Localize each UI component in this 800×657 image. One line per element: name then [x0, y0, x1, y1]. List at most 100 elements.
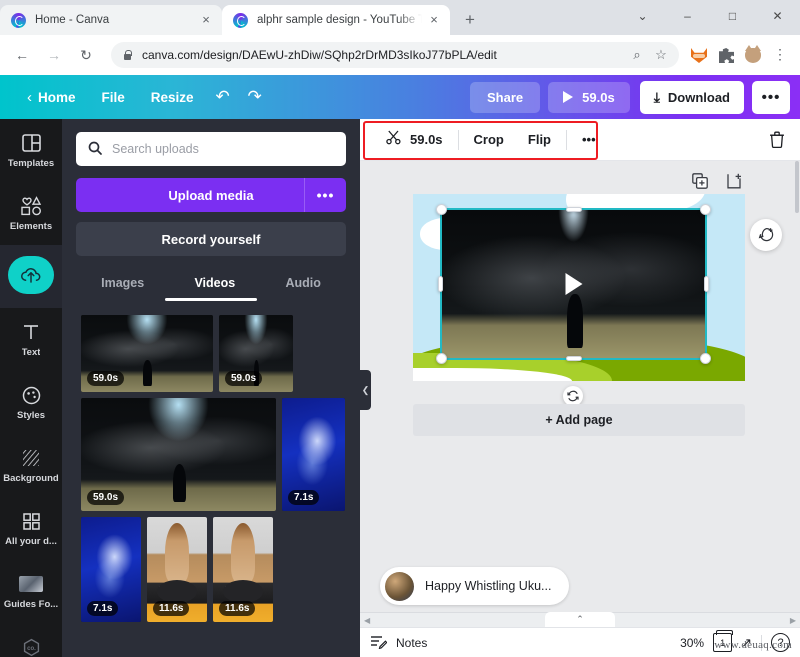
notes-icon: [370, 634, 388, 652]
zoom-level-label[interactable]: 30%: [680, 636, 704, 650]
play-icon: [563, 91, 574, 103]
selected-video-element[interactable]: [436, 204, 711, 364]
cat-icon[interactable]: [740, 42, 766, 68]
trim-duration-button[interactable]: 59.0s: [374, 124, 455, 155]
video-thumbnail[interactable]: 7.1s: [282, 398, 345, 511]
notes-label: Notes: [396, 635, 428, 650]
sidebar-item-text[interactable]: Text: [0, 308, 62, 371]
add-page-icon[interactable]: [726, 173, 742, 192]
collapse-panel-handle[interactable]: ❮: [360, 370, 371, 410]
resize-handle-left[interactable]: [438, 276, 443, 292]
resize-handle-top-left[interactable]: [436, 204, 447, 215]
flip-button[interactable]: Flip: [516, 126, 563, 153]
timeline-scroll-left-icon[interactable]: ◀: [364, 616, 370, 625]
sidebar-item-all-your-designs[interactable]: All your d...: [0, 497, 62, 560]
play-icon[interactable]: [565, 273, 582, 295]
tab-images[interactable]: Images: [97, 274, 148, 292]
video-thumbnail[interactable]: 59.0s: [81, 315, 213, 392]
design-page[interactable]: [413, 194, 745, 381]
play-duration-label: 59.0s: [582, 89, 615, 105]
video-thumbnail[interactable]: 59.0s: [81, 398, 276, 511]
browser-tab-alphr-sample-design[interactable]: alphr sample design - YouTube T ×: [222, 5, 450, 35]
close-tab-icon[interactable]: ×: [426, 12, 442, 28]
maximize-button[interactable]: □: [710, 0, 755, 32]
thumbnail-duration: 11.6s: [153, 601, 190, 616]
toolbar-divider: [566, 129, 567, 150]
duplicate-page-icon[interactable]: [692, 173, 708, 192]
toolbar-divider: [457, 129, 459, 150]
browser-tab-home-canva[interactable]: Home - Canva ×: [0, 5, 222, 35]
add-page-button[interactable]: + Add page: [413, 404, 745, 436]
minimize-button[interactable]: –: [665, 0, 710, 32]
resize-handle-top-right[interactable]: [700, 204, 711, 215]
redo-icon[interactable]: ↷: [239, 81, 271, 113]
audio-track-chip[interactable]: Happy Whistling Uku...: [380, 567, 570, 605]
design-canvas-area[interactable]: + Add page Happy Whistling Uku... ◀ ▶ ⌃: [360, 161, 800, 657]
sidebar-item-guides-folder[interactable]: Guides Fo...: [0, 560, 62, 623]
window-controls: ⌄ – □ ✕: [620, 0, 800, 32]
resize-handle-bottom[interactable]: [565, 356, 582, 361]
element-more-button[interactable]: •••: [570, 126, 608, 153]
header-more-button[interactable]: •••: [752, 80, 790, 114]
close-tab-icon[interactable]: ×: [198, 12, 214, 28]
crop-button[interactable]: Crop: [462, 126, 516, 153]
back-arrow-icon[interactable]: ←: [9, 42, 35, 68]
sidebar-item-elements[interactable]: Elements: [0, 182, 62, 245]
undo-icon[interactable]: ↶: [207, 81, 239, 113]
home-button[interactable]: ‹ Home: [14, 83, 89, 112]
new-tab-button[interactable]: +: [456, 6, 484, 34]
search-placeholder: Search uploads: [112, 142, 199, 156]
puzzle-piece-icon[interactable]: [713, 42, 739, 68]
left-rail: Templates Elements Text Styles Backgroun…: [0, 119, 62, 657]
metamask-fox-icon[interactable]: [686, 42, 712, 68]
record-yourself-button[interactable]: Record yourself: [76, 222, 346, 256]
zoom-search-icon[interactable]: ⌕: [625, 47, 649, 63]
upload-media-button[interactable]: Upload media •••: [76, 178, 346, 212]
video-thumbnail[interactable]: 7.1s: [81, 517, 141, 622]
resize-handle-bottom-left[interactable]: [436, 353, 447, 364]
sidebar-item-styles[interactable]: Styles: [0, 371, 62, 434]
rotate-handle[interactable]: [563, 386, 583, 406]
video-thumbnail[interactable]: 11.6s: [213, 517, 273, 622]
canvas-vertical-scrollbar[interactable]: [794, 161, 800, 627]
close-window-button[interactable]: ✕: [755, 0, 800, 32]
delete-icon[interactable]: [760, 123, 794, 157]
play-preview-button[interactable]: 59.0s: [548, 81, 630, 113]
browser-menu-icon[interactable]: ⋮: [769, 42, 791, 68]
file-menu-button[interactable]: File: [89, 84, 138, 111]
notes-button[interactable]: Notes: [370, 634, 427, 652]
upload-more-icon[interactable]: •••: [304, 178, 346, 212]
resize-handle-bottom-right[interactable]: [700, 353, 711, 364]
resize-button[interactable]: Resize: [138, 84, 207, 111]
reload-icon[interactable]: ↻: [73, 42, 99, 68]
browser-toolbar: ← → ↻ canva.com/design/DAEwU-zhDiw/SQhp2…: [0, 35, 800, 75]
video-thumbnail[interactable]: 59.0s: [219, 315, 293, 392]
tab-search-chevron-icon[interactable]: ⌄: [620, 0, 665, 32]
search-uploads-field[interactable]: Search uploads: [76, 132, 346, 166]
uploads-tabs: Images Videos Audio: [76, 274, 346, 301]
sidebar-item-label: All your d...: [5, 536, 57, 547]
timeline-expand-handle[interactable]: ⌃: [545, 612, 615, 627]
share-button[interactable]: Share: [470, 81, 541, 113]
video-thumbnail-grid: 59.0s 59.0s 59.0s 7.1s 7.1s 11.6s 11.6s: [76, 315, 346, 645]
forward-arrow-icon[interactable]: →: [41, 42, 67, 68]
sidebar-item-background[interactable]: Background: [0, 434, 62, 497]
video-thumbnail[interactable]: 11.6s: [147, 517, 207, 622]
sidebar-item-templates[interactable]: Templates: [0, 119, 62, 182]
resize-handle-top[interactable]: [565, 207, 582, 212]
lock-icon: [123, 50, 133, 61]
thumbnail-duration: 7.1s: [87, 601, 119, 616]
tab-videos[interactable]: Videos: [190, 274, 239, 292]
address-bar[interactable]: canva.com/design/DAEwU-zhDiw/SQhp2rDrMD3…: [111, 42, 679, 68]
resize-handle-right[interactable]: [704, 276, 709, 292]
sidebar-item-logos[interactable]: co. Logos: [0, 623, 62, 657]
sidebar-item-label: Styles: [17, 410, 45, 421]
add-comment-button[interactable]: [750, 219, 782, 251]
sidebar-item-label: Guides Fo...: [3, 599, 59, 610]
thumbnail-duration: 59.0s: [225, 371, 263, 386]
tab-audio[interactable]: Audio: [281, 274, 324, 292]
active-tab-underline: [165, 298, 257, 301]
download-button[interactable]: ⤓ Download: [639, 80, 744, 114]
bookmark-star-icon[interactable]: ☆: [649, 47, 673, 63]
sidebar-item-uploads[interactable]: [0, 245, 62, 308]
